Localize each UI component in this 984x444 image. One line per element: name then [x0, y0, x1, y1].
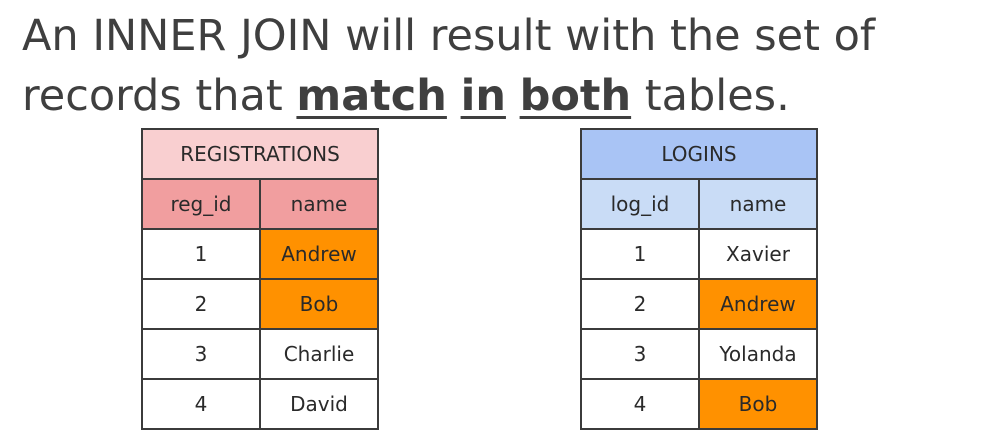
table-row: 4 Bob: [580, 378, 818, 430]
registrations-cell-id: 2: [141, 278, 261, 330]
registrations-cell-name: David: [259, 378, 379, 430]
registrations-cell-name: Charlie: [259, 328, 379, 380]
logins-cell-id: 1: [580, 228, 700, 280]
table-row: 4 David: [141, 378, 379, 430]
registrations-cell-name: Andrew: [259, 228, 379, 280]
table-row: 2 Andrew: [580, 278, 818, 330]
headline-line-2: records that match in both tables.: [22, 66, 875, 126]
logins-cell-name: Yolanda: [698, 328, 818, 380]
logins-header-name: name: [698, 178, 818, 230]
table-row: 3 Charlie: [141, 328, 379, 380]
logins-cell-id: 3: [580, 328, 700, 380]
registrations-cell-id: 3: [141, 328, 261, 380]
registrations-header-id: reg_id: [141, 178, 261, 230]
headline-prefix: records that: [22, 71, 297, 121]
logins-table: LOGINS log_id name 1 Xavier 2 Andrew 3 Y…: [580, 128, 818, 430]
registrations-cell-id: 4: [141, 378, 261, 430]
table-row: 1 Xavier: [580, 228, 818, 280]
headline: An INNER JOIN will result with the set o…: [22, 6, 875, 126]
registrations-title: REGISTRATIONS: [141, 128, 379, 180]
logins-cell-name: Andrew: [698, 278, 818, 330]
registrations-cell-id: 1: [141, 228, 261, 280]
table-row: 2 Bob: [141, 278, 379, 330]
logins-cell-id: 4: [580, 378, 700, 430]
table-row: 1 Andrew: [141, 228, 379, 280]
headline-emphasis-in: in: [460, 71, 506, 121]
logins-cell-name: Bob: [698, 378, 818, 430]
headline-emphasis-match: match: [296, 71, 447, 121]
logins-title: LOGINS: [580, 128, 818, 180]
logins-cell-id: 2: [580, 278, 700, 330]
logins-header-id: log_id: [580, 178, 700, 230]
registrations-cell-name: Bob: [259, 278, 379, 330]
headline-line-1: An INNER JOIN will result with the set o…: [22, 11, 876, 61]
headline-suffix: tables.: [631, 71, 790, 121]
registrations-header-name: name: [259, 178, 379, 230]
registrations-table: REGISTRATIONS reg_id name 1 Andrew 2 Bob…: [141, 128, 379, 430]
headline-emphasis-both: both: [519, 71, 632, 121]
logins-cell-name: Xavier: [698, 228, 818, 280]
table-row: 3 Yolanda: [580, 328, 818, 380]
